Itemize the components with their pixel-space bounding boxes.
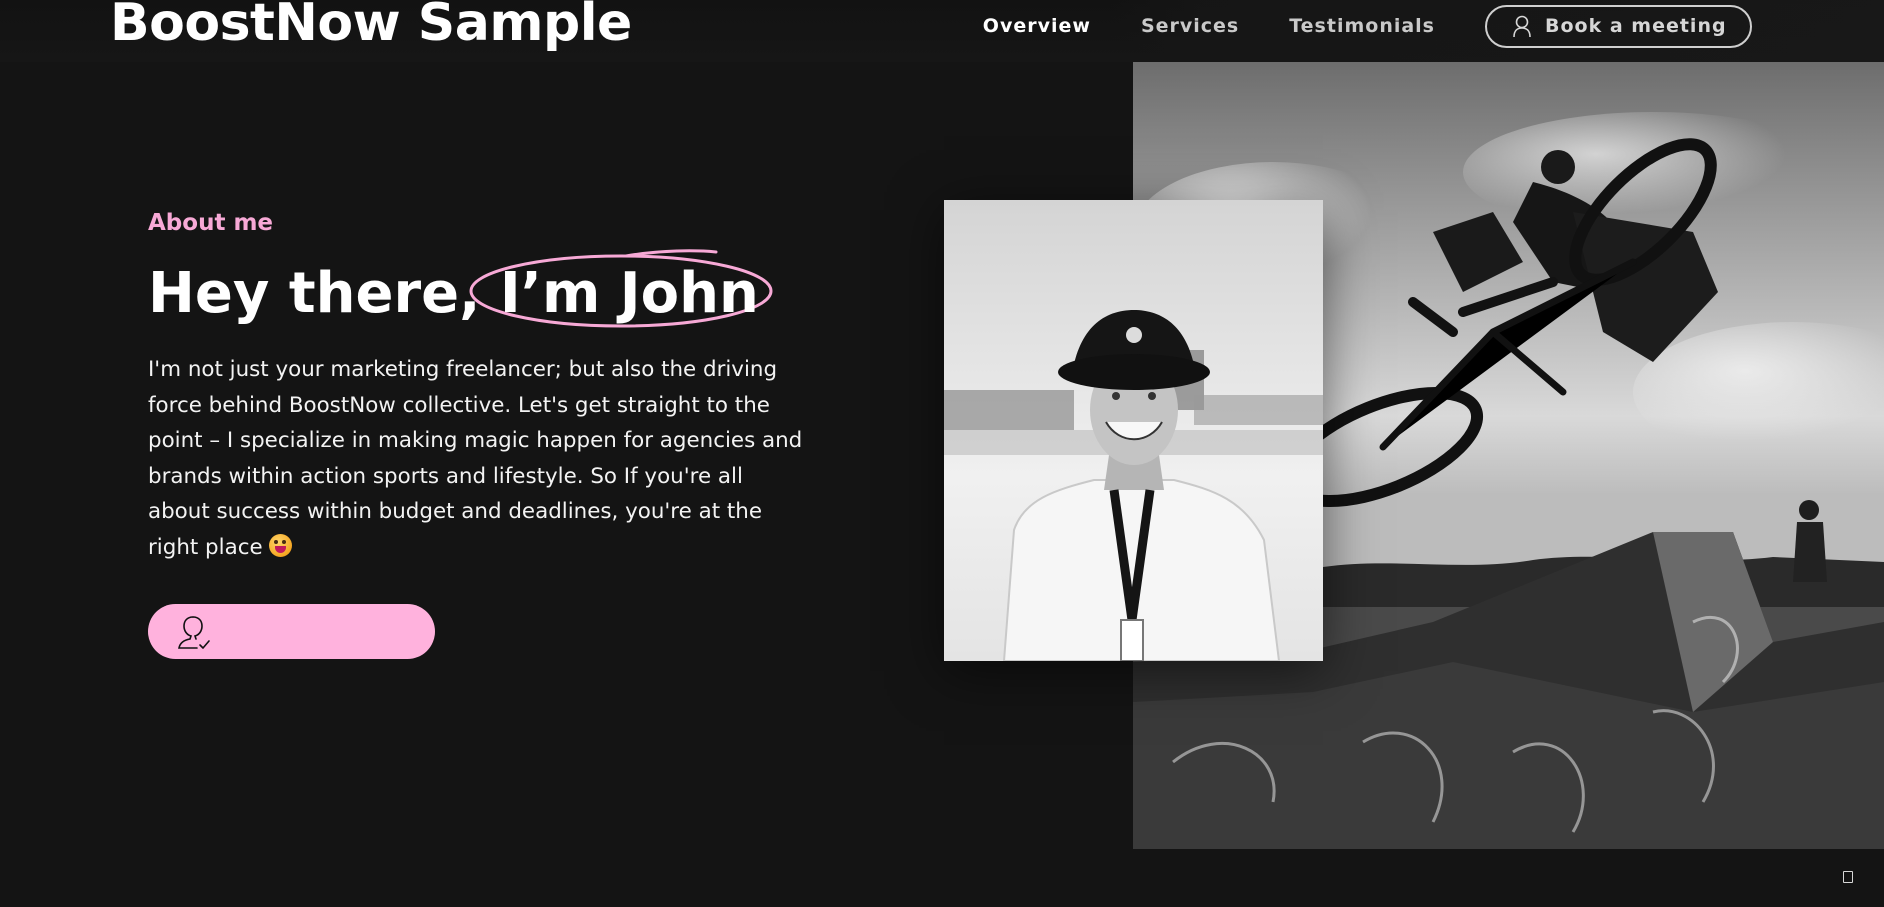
portrait-image (944, 200, 1323, 661)
page: BoostNow Sample Overview Services Testim… (0, 0, 1884, 907)
person-icon (1513, 15, 1531, 38)
section-eyebrow: About me (148, 210, 274, 236)
contact-button[interactable] (148, 604, 435, 659)
winking-face-with-tongue-emoji (268, 533, 292, 557)
headline-prefix: Hey there, (148, 261, 481, 326)
site-header: BoostNow Sample Overview Services Testim… (0, 0, 1884, 62)
hero-headline: Hey there, I’m John (148, 249, 773, 330)
main-nav: Overview Services Testimonials Book a me… (983, 0, 1884, 52)
hero-bio: I'm not just your marketing freelancer; … (148, 352, 808, 566)
headline-name: I’m John (499, 261, 759, 326)
nav-link-services[interactable]: Services (1141, 15, 1239, 37)
bio-text: I'm not just your marketing freelancer; … (148, 357, 803, 560)
headline-highlight: I’m John (469, 249, 773, 330)
brand-logo-text[interactable]: BoostNow Sample (110, 0, 632, 54)
widget-icon[interactable] (1843, 871, 1853, 883)
book-meeting-label: Book a meeting (1545, 15, 1727, 37)
nav-link-overview[interactable]: Overview (983, 15, 1091, 37)
nav-link-testimonials[interactable]: Testimonials (1289, 15, 1435, 37)
book-meeting-button[interactable]: Book a meeting (1485, 4, 1752, 48)
person-check-icon (178, 615, 210, 649)
